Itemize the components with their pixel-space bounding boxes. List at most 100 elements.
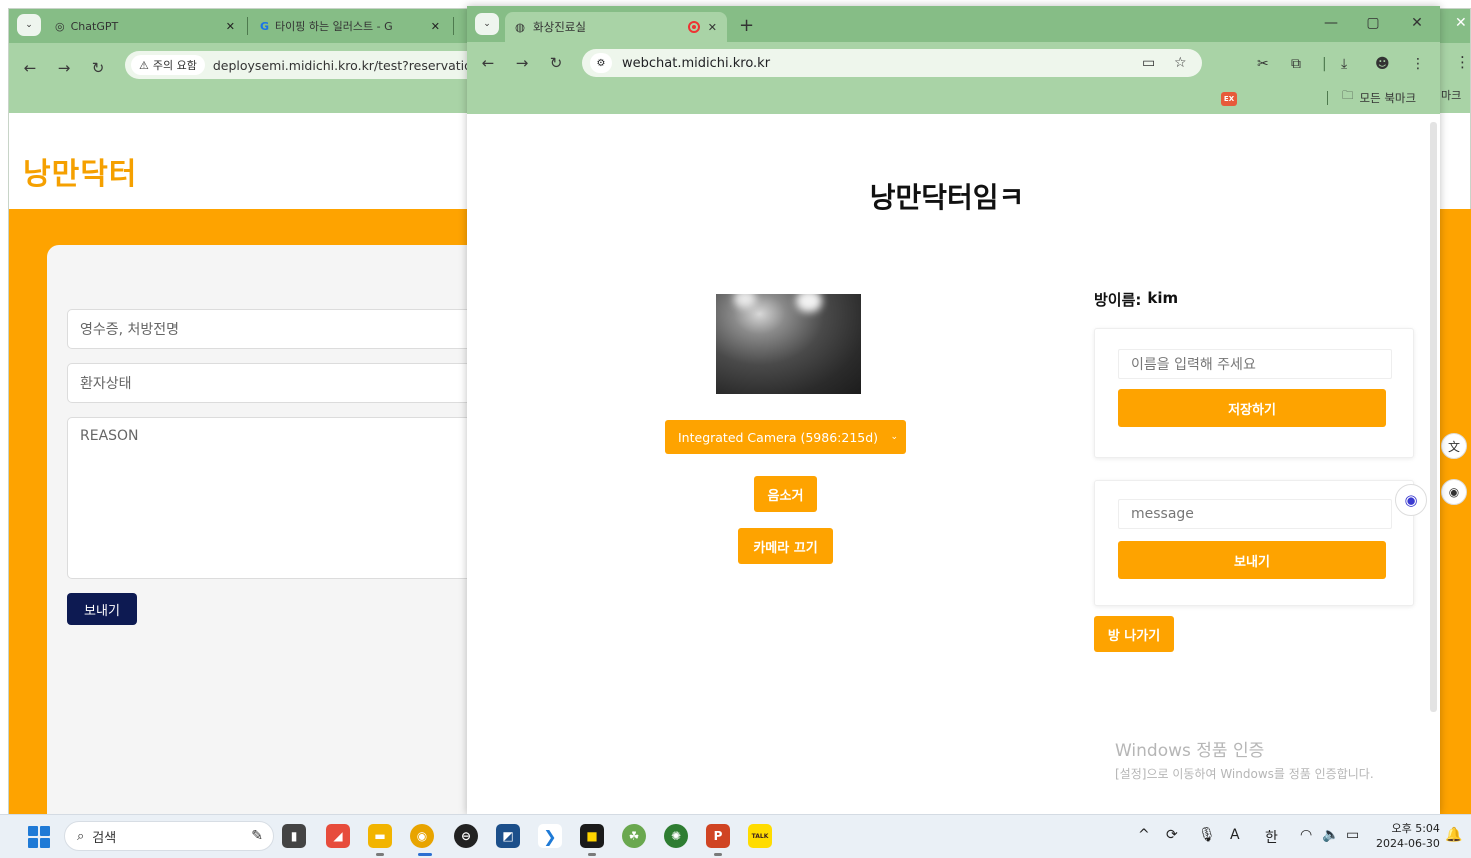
leaf-app-icon[interactable]: ✺ [664, 824, 688, 848]
search-icon: ⌕ [77, 828, 85, 844]
bg-send-button[interactable]: 보내기 [67, 593, 137, 625]
security-warning-chip[interactable]: ⚠ 주의 요함 [131, 55, 205, 75]
camera-off-button[interactable]: 카메라 끄기 [738, 528, 833, 564]
camera-select-dropdown[interactable]: Integrated Camera (5986:215d) ⌄ [665, 420, 906, 454]
bg-bookmarks-fragment[interactable]: 마크 [1441, 87, 1461, 103]
page-title: 낭만닥터임ㅋ [869, 181, 1025, 214]
chrome-icon[interactable]: ◉ [410, 824, 434, 848]
taskbar-clock[interactable]: 오후 5:04 2024-06-30 [1376, 821, 1440, 851]
bg-kebab-menu-icon[interactable]: ⋮ [1455, 53, 1470, 71]
bg-address-bar[interactable]: ⚠ 주의 요함 deploysemi.midichi.kro.kr/test?r… [125, 51, 485, 79]
chevron-down-icon: ⌄ [890, 432, 898, 442]
back-arrow-icon[interactable]: ← [479, 54, 497, 72]
chat-message-panel: message 보내기 [1094, 480, 1414, 606]
extension-scissors-icon[interactable]: ✂ [1257, 56, 1269, 72]
back-arrow-icon[interactable]: ← [21, 59, 39, 77]
battery-icon[interactable]: ▭ [1346, 827, 1359, 843]
new-tab-plus-icon[interactable]: + [739, 15, 754, 36]
security-warning-label: 주의 요함 [152, 59, 197, 72]
ime-mode-indicator[interactable]: A [1230, 827, 1240, 843]
tab-close-icon[interactable]: ✕ [708, 21, 717, 34]
google-icon: G [260, 19, 270, 33]
taskbar-search-label: 검색 [92, 830, 117, 846]
bg-window-close-icon[interactable]: ✕ [1455, 15, 1467, 31]
nickname-panel: 이름을 입력해 주세요 저장하기 [1094, 328, 1414, 458]
taskbar-search-box[interactable]: ⌕ 검색 ✎ [64, 821, 274, 851]
camera-in-use-icon[interactable]: ▭ [1142, 55, 1155, 71]
send-message-button[interactable]: 보내기 [1118, 541, 1386, 579]
clock-date: 2024-06-30 [1376, 837, 1440, 850]
bg-tab-title: ChatGPT [70, 19, 119, 33]
kebab-menu-icon[interactable]: ⋮ [1411, 56, 1425, 72]
bg-tab-search-dropdown[interactable]: ⌄ [17, 14, 41, 36]
intellij-icon[interactable]: ■ [580, 824, 604, 848]
fg-address-bar[interactable]: ⚙ webchat.midichi.kro.kr ▭ ☆ [582, 49, 1202, 77]
windows-activation-watermark: Windows 정품 인증 [설정]으로 이동하여 Windows를 정품 인증… [1115, 736, 1374, 782]
fg-tab-strip: ⌄ ◍ 화상진료실 ✕ + — ▢ ✕ [467, 6, 1440, 42]
mute-button[interactable]: 음소거 [754, 476, 817, 512]
vscode-icon[interactable]: ❯ [538, 824, 562, 848]
tab-divider [453, 17, 454, 35]
nickname-placeholder: 이름을 입력해 주세요 [1131, 357, 1256, 373]
notification-bell-icon[interactable]: 🔔 [1445, 827, 1462, 843]
profile-avatar-icon[interactable]: ☻ [1375, 56, 1390, 72]
reload-icon[interactable]: ↻ [89, 59, 107, 77]
windows-start-icon[interactable] [28, 826, 50, 848]
speaker-muted-icon[interactable]: 🔈 [1322, 827, 1339, 843]
tray-chevron-up-icon[interactable]: ^ [1138, 827, 1150, 843]
assistant-bubble-icon[interactable]: ◉ [1441, 479, 1467, 505]
brand-logo-text: 낭만닥터 [23, 157, 138, 192]
activation-title: Windows 정품 인증 [1115, 741, 1265, 761]
sql-tool-icon[interactable]: ◩ [496, 824, 520, 848]
running-indicator [714, 853, 722, 856]
fg-tab-video-clinic[interactable]: ◍ 화상진료실 ✕ [505, 12, 727, 42]
translate-icon[interactable]: 文 [1441, 433, 1467, 459]
forward-arrow-icon[interactable]: → [55, 59, 73, 77]
bookmark-star-icon[interactable]: ☆ [1174, 55, 1187, 71]
warning-triangle-icon: ⚠ [139, 58, 149, 72]
receipt-name-input[interactable]: 영수증, 처방전명 [67, 309, 487, 349]
tray-microphone-icon[interactable]: 🎙 [1198, 827, 1216, 843]
tab-divider [247, 17, 248, 35]
powerpoint-icon[interactable]: P [706, 824, 730, 848]
wifi-icon[interactable]: ◠ [1300, 827, 1312, 843]
download-icon[interactable]: ⤓ [1341, 56, 1347, 72]
file-explorer-icon[interactable]: ▬ [368, 824, 392, 848]
extension-badge-icon[interactable]: EX [1221, 92, 1237, 106]
extensions-puzzle-icon[interactable]: ⧉ [1291, 56, 1301, 72]
all-bookmarks-label: 모든 북마크 [1359, 90, 1417, 105]
leave-room-button[interactable]: 방 나가기 [1094, 616, 1174, 652]
minimize-icon[interactable]: — [1321, 15, 1341, 31]
windows-taskbar: ⌕ 검색 ✎ ▮ ◢ ▬ ◉ ⊖ ◩ ❯ ■ ☘ ✺ P TALK ^ ⟳ 🎙 … [0, 814, 1471, 858]
fg-tab-title: 화상진료실 [533, 20, 586, 34]
spring-icon[interactable]: ☘ [622, 824, 646, 848]
site-settings-icon[interactable]: ⚙ [590, 53, 612, 73]
bg-tab-google[interactable]: G 타이핑 하는 일러스트 - G ✕ [252, 13, 448, 39]
kakaotalk-icon[interactable]: TALK [748, 824, 772, 848]
bookmarks-bar-all[interactable]: 🗀 모든 북마크 [1327, 88, 1416, 107]
activation-subtitle: [설정]으로 이동하여 Windows를 정품 인증합니다. [1115, 767, 1374, 781]
reservation-form-card: 영수증, 처방전명 환자상태 REASON 보내기 [47, 245, 487, 815]
analytics-app-icon[interactable]: ◢ [326, 824, 350, 848]
tab-close-icon[interactable]: ✕ [226, 20, 235, 33]
tab-close-icon[interactable]: ✕ [431, 20, 440, 33]
ime-language-indicator[interactable]: 한 [1265, 827, 1278, 847]
reason-textarea[interactable]: REASON [67, 417, 487, 579]
save-nickname-button[interactable]: 저장하기 [1118, 389, 1386, 427]
window-close-icon[interactable]: ✕ [1407, 15, 1427, 31]
page-scrollbar[interactable] [1430, 122, 1437, 712]
assistant-bubble-icon[interactable]: ◉ [1395, 484, 1427, 516]
nickname-input[interactable]: 이름을 입력해 주세요 [1118, 349, 1392, 379]
reload-icon[interactable]: ↻ [547, 54, 565, 72]
video-clinic-page: 낭만닥터임ㅋ Integrated Camera (5986:215d) ⌄ 음… [467, 114, 1440, 814]
eclipse-icon[interactable]: ⊖ [454, 824, 478, 848]
message-input[interactable]: message [1118, 499, 1392, 529]
bg-tab-chatgpt[interactable]: ◎ ChatGPT ✕ [47, 13, 243, 39]
task-view-icon[interactable]: ▮ [282, 824, 306, 848]
local-video-preview [716, 294, 861, 394]
forward-arrow-icon[interactable]: → [513, 54, 531, 72]
fg-tab-search-dropdown[interactable]: ⌄ [475, 13, 499, 35]
maximize-icon[interactable]: ▢ [1363, 15, 1383, 31]
patient-status-input[interactable]: 환자상태 [67, 363, 487, 403]
tray-sync-icon[interactable]: ⟳ [1166, 827, 1178, 843]
